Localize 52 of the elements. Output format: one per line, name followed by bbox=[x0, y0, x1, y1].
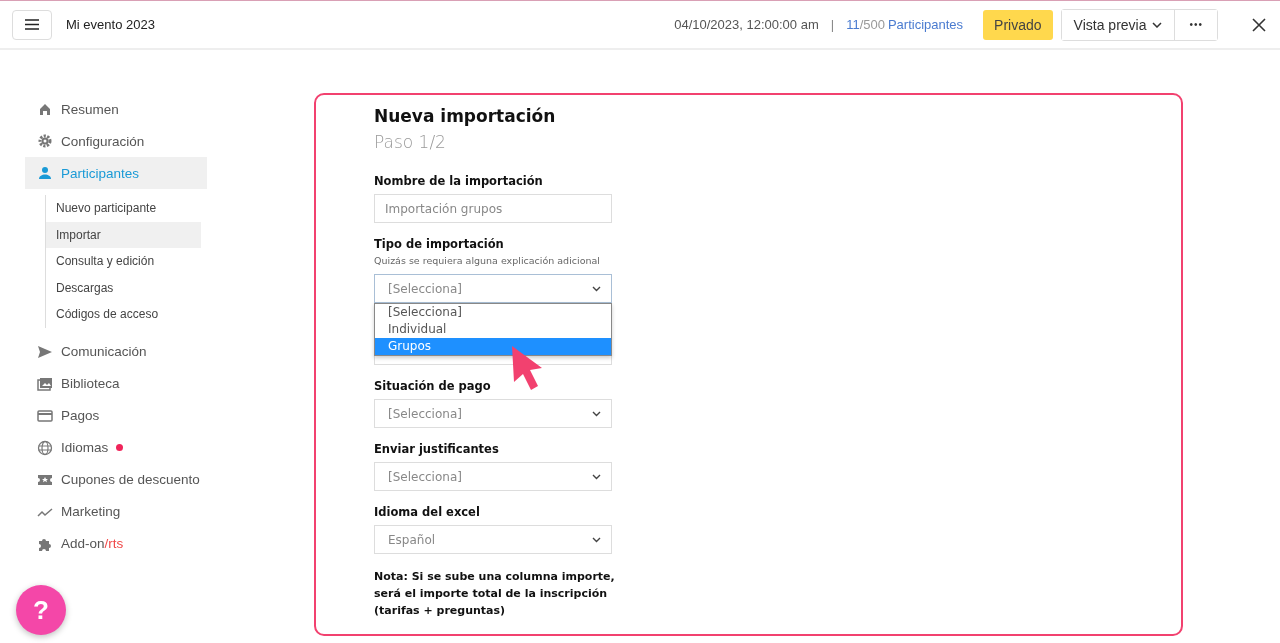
field-hint: Quizás se requiera alguna explicación adicional bbox=[374, 255, 601, 266]
submenu-item[interactable]: Consulta y edición bbox=[46, 248, 201, 275]
select-field[interactable]: Español bbox=[374, 525, 612, 554]
event-title: Mi evento 2023 bbox=[66, 17, 155, 32]
dropdown-option[interactable]: Individual bbox=[375, 321, 611, 338]
field-label: Situación de pago bbox=[374, 379, 492, 393]
sidebar-item[interactable]: Biblioteca bbox=[25, 367, 207, 400]
close-button[interactable] bbox=[1250, 15, 1268, 34]
sidebar-item[interactable]: Cupones de descuento bbox=[25, 463, 207, 496]
field-label: Tipo de importación bbox=[374, 237, 505, 251]
sidebar-item[interactable]: Idiomas bbox=[25, 431, 207, 464]
person-icon bbox=[37, 165, 53, 181]
select-field[interactable]: [Selecciona] bbox=[374, 399, 612, 428]
send-icon bbox=[37, 343, 53, 360]
sidebar-item[interactable]: Configuración bbox=[25, 125, 207, 157]
submenu-item[interactable]: Importar bbox=[46, 221, 201, 248]
chevron-down-icon bbox=[1152, 21, 1163, 28]
sidebar-item[interactable]: Comunicación bbox=[25, 335, 207, 368]
menu-icon bbox=[25, 19, 39, 30]
submenu-item[interactable]: Descargas bbox=[46, 274, 201, 301]
chevron-down-icon bbox=[592, 536, 601, 543]
sidebar-item[interactable]: Add-on/rts bbox=[25, 527, 207, 560]
more-button[interactable]: ••• bbox=[1174, 9, 1217, 40]
step-indicator: Paso 1/2 bbox=[374, 132, 447, 152]
dropdown-option[interactable]: [Selecciona] bbox=[375, 304, 611, 321]
close-icon bbox=[1252, 17, 1266, 32]
globe-icon bbox=[37, 439, 53, 456]
chevron-down-icon bbox=[592, 285, 601, 292]
menu-button[interactable] bbox=[12, 9, 52, 40]
sidebar-item[interactable]: Resumen bbox=[25, 93, 207, 125]
submenu-item[interactable]: Nuevo participante bbox=[46, 195, 201, 222]
participants-link[interactable]: 11/500 Participantes bbox=[846, 17, 964, 32]
select-field[interactable]: [Selecciona] bbox=[374, 462, 612, 491]
sidebar-item[interactable]: Marketing bbox=[25, 495, 207, 528]
field-label: Enviar justificantes bbox=[374, 442, 500, 456]
chevron-down-icon bbox=[592, 410, 601, 417]
sidebar-item[interactable]: Pagos bbox=[25, 399, 207, 432]
card-icon bbox=[37, 407, 53, 424]
note-text: Nota: Si se sube una columna importe, será el importe total de la inscripción (tarifas + preguntas) bbox=[374, 569, 616, 619]
field-label: Idioma del excel bbox=[374, 505, 481, 519]
event-datetime: 04/10/2023, 12:00:00 am bbox=[674, 17, 819, 32]
chevron-down-icon bbox=[592, 473, 601, 480]
field-label: Nombre de la importación bbox=[374, 174, 544, 188]
settings-icon bbox=[37, 133, 53, 149]
submenu-item[interactable]: Códigos de acceso bbox=[46, 301, 201, 328]
home-icon bbox=[37, 101, 53, 117]
form-title: Nueva importación bbox=[374, 106, 557, 126]
input-field[interactable]: Importación grupos bbox=[374, 194, 612, 223]
privacy-badge[interactable]: Privado bbox=[983, 9, 1053, 40]
images-icon bbox=[37, 375, 53, 392]
select-field[interactable]: [Selecciona] bbox=[374, 274, 612, 303]
separator: | bbox=[830, 17, 835, 32]
